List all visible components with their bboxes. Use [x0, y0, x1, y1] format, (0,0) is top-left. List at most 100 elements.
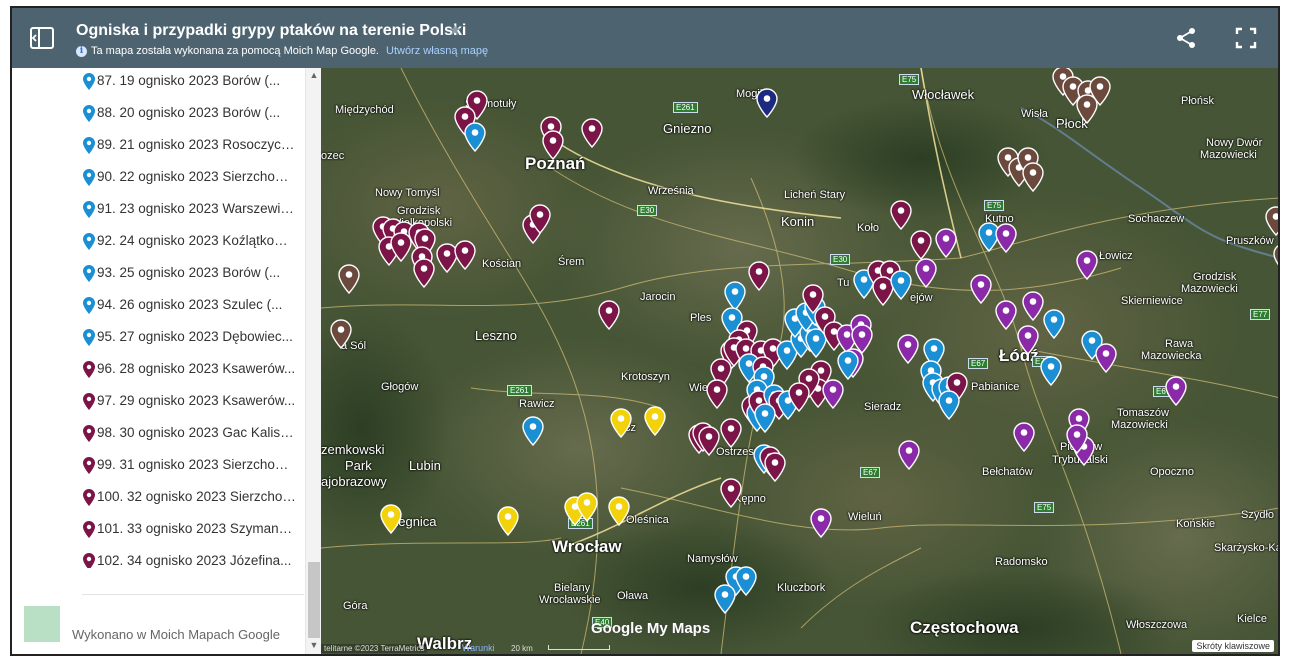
sidebar-scrollbar[interactable]: ▲ ▼: [305, 68, 321, 654]
keyboard-shortcuts-button[interactable]: Skróty klawiszowe: [1192, 640, 1274, 652]
map-marker-maroon[interactable]: [720, 478, 742, 509]
list-item[interactable]: 99. 31 ognisko 2023 Sierzchowo...: [12, 453, 304, 477]
place-label: Lubin: [409, 458, 441, 473]
map-marker-purple[interactable]: [970, 274, 992, 305]
map-marker-maroon[interactable]: [598, 300, 620, 331]
map-marker-purple[interactable]: [995, 223, 1017, 254]
map-marker-purple[interactable]: [935, 228, 957, 259]
map-pin-icon: [83, 361, 95, 378]
scroll-up-arrow-icon[interactable]: ▲: [306, 70, 322, 82]
list-item[interactable]: 93. 25 ognisko 2023 Borów (...: [12, 261, 304, 285]
scroll-thumb[interactable]: [308, 562, 320, 638]
map-marker-yellow[interactable]: [576, 492, 598, 523]
map-marker-maroon[interactable]: [788, 382, 810, 413]
map-marker-maroon[interactable]: [413, 258, 435, 289]
map-marker-maroon[interactable]: [890, 200, 912, 231]
map-marker-purple[interactable]: [1013, 422, 1035, 453]
list-item[interactable]: 90. 22 ognisko 2023 Sierzchowo...: [12, 165, 304, 189]
list-item[interactable]: 100. 32 ognisko 2023 Sierzchowo...: [12, 485, 304, 509]
list-item[interactable]: 96. 28 ognisko 2023 Ksawerów...: [12, 357, 304, 381]
map-marker-blue[interactable]: [837, 350, 859, 381]
map-marker-maroon[interactable]: [706, 379, 728, 410]
map-marker-yellow[interactable]: [380, 504, 402, 535]
map-marker-yellow[interactable]: [608, 496, 630, 527]
map-marker-purple[interactable]: [1165, 376, 1187, 407]
list-item[interactable]: 95. 27 ognisko 2023 Dębowiec...: [12, 325, 304, 349]
map-marker-maroon[interactable]: [764, 452, 786, 483]
map-marker-blue[interactable]: [714, 584, 736, 615]
map-marker-maroon[interactable]: [529, 204, 551, 235]
map-marker-purple[interactable]: [1095, 343, 1117, 374]
map-marker-purple[interactable]: [1017, 325, 1039, 356]
place-label: Licheń Stary: [784, 189, 846, 201]
map-pin-icon: [83, 73, 95, 90]
map-marker-blue[interactable]: [735, 566, 757, 597]
list-item[interactable]: 88. 20 ognisko 2023 Borów (...: [12, 101, 304, 125]
place-label: Mazowiecki: [1200, 149, 1257, 161]
create-map-link[interactable]: Utwórz własną mapę: [386, 45, 488, 57]
map-marker-yellow[interactable]: [497, 506, 519, 537]
list-item-label: 95. 27 ognisko 2023 Dębowiec...: [97, 329, 293, 344]
list-item-label: 96. 28 ognisko 2023 Ksawerów...: [97, 361, 296, 376]
road-number-label: E67: [968, 358, 989, 369]
footer-divider: [82, 594, 304, 595]
map-marker-maroon[interactable]: [581, 118, 603, 149]
map-marker-purple[interactable]: [810, 508, 832, 539]
place-label: Końskie: [1176, 518, 1216, 530]
map-marker-brown[interactable]: [1076, 94, 1098, 125]
map-marker-blue[interactable]: [1040, 356, 1062, 387]
map-marker-brown[interactable]: [1022, 162, 1044, 193]
map-marker-blue[interactable]: [522, 416, 544, 447]
list-item[interactable]: 89. 21 ognisko 2023 Rosoczyce...: [12, 133, 304, 157]
list-item[interactable]: 91. 23 ognisko 2023 Warszewice...: [12, 197, 304, 221]
star-icon[interactable]: ★: [448, 21, 461, 39]
map-marker-brown[interactable]: [1273, 243, 1278, 273]
list-item-label: 89. 21 ognisko 2023 Rosoczyce...: [97, 137, 297, 152]
list-item[interactable]: 101. 33 ognisko 2023 Szymanowice...: [12, 517, 304, 541]
map-marker-blue[interactable]: [464, 122, 486, 153]
share-icon[interactable]: [1174, 26, 1198, 50]
list-item[interactable]: 102. 34 ognisko 2023 Józefina...: [12, 549, 304, 568]
map-marker-maroon[interactable]: [454, 240, 476, 271]
map-marker-blue[interactable]: [1043, 309, 1065, 340]
map-marker-brown[interactable]: [338, 264, 360, 295]
map-marker-maroon[interactable]: [748, 261, 770, 292]
map-marker-maroon[interactable]: [542, 130, 564, 161]
fullscreen-icon[interactable]: [1234, 26, 1258, 50]
list-item[interactable]: 98. 30 ognisko 2023 Gac Kaliska...: [12, 421, 304, 445]
map-marker-maroon[interactable]: [698, 426, 720, 457]
scale-label: 20 km: [511, 644, 533, 653]
map-marker-purple[interactable]: [822, 379, 844, 410]
road-number-label: E30: [637, 205, 658, 216]
map-marker-maroon[interactable]: [390, 232, 412, 263]
list-item[interactable]: 97. 29 ognisko 2023 Ksawerów...: [12, 389, 304, 413]
map-marker-purple[interactable]: [1076, 250, 1098, 281]
map-marker-purple[interactable]: [1022, 291, 1044, 322]
terms-link[interactable]: Warunki: [462, 643, 495, 653]
map-marker-blue[interactable]: [754, 403, 776, 434]
map-marker-navy[interactable]: [756, 88, 778, 119]
scroll-down-arrow-icon[interactable]: ▼: [306, 640, 322, 652]
map-marker-maroon[interactable]: [720, 418, 742, 449]
map-marker-yellow[interactable]: [610, 408, 632, 439]
map-marker-maroon[interactable]: [910, 230, 932, 261]
map-marker-blue[interactable]: [890, 270, 912, 301]
made-with-my-maps-link[interactable]: Wykonano w Moich Mapach Google: [72, 627, 290, 642]
map-marker-brown[interactable]: [330, 319, 352, 350]
list-item[interactable]: 94. 26 ognisko 2023 Szulec (...: [12, 293, 304, 317]
map-marker-blue[interactable]: [938, 390, 960, 421]
map-marker-purple[interactable]: [897, 334, 919, 365]
map-marker-purple[interactable]: [898, 440, 920, 471]
map-marker-yellow[interactable]: [644, 406, 666, 437]
legend-toggle-icon[interactable]: [30, 27, 54, 49]
map-marker-brown[interactable]: [1265, 206, 1278, 237]
map-marker-purple[interactable]: [915, 258, 937, 289]
map-marker-purple[interactable]: [995, 300, 1017, 331]
list-item[interactable]: 87. 19 ognisko 2023 Borów (...: [12, 69, 304, 93]
map-pin-icon: [83, 265, 95, 282]
map-marker-purple[interactable]: [1066, 424, 1088, 455]
map-canvas[interactable]: Mogilno Włocławek Płońsk Płock Wisła Nowy Dwó…: [321, 68, 1278, 654]
road-number-label: E67: [860, 467, 881, 478]
list-item[interactable]: 92. 24 ognisko 2023 Koźlątkowo...: [12, 229, 304, 253]
layer-item-list: 87. 19 ognisko 2023 Borów (... 88. 20 ogn…: [12, 68, 305, 568]
